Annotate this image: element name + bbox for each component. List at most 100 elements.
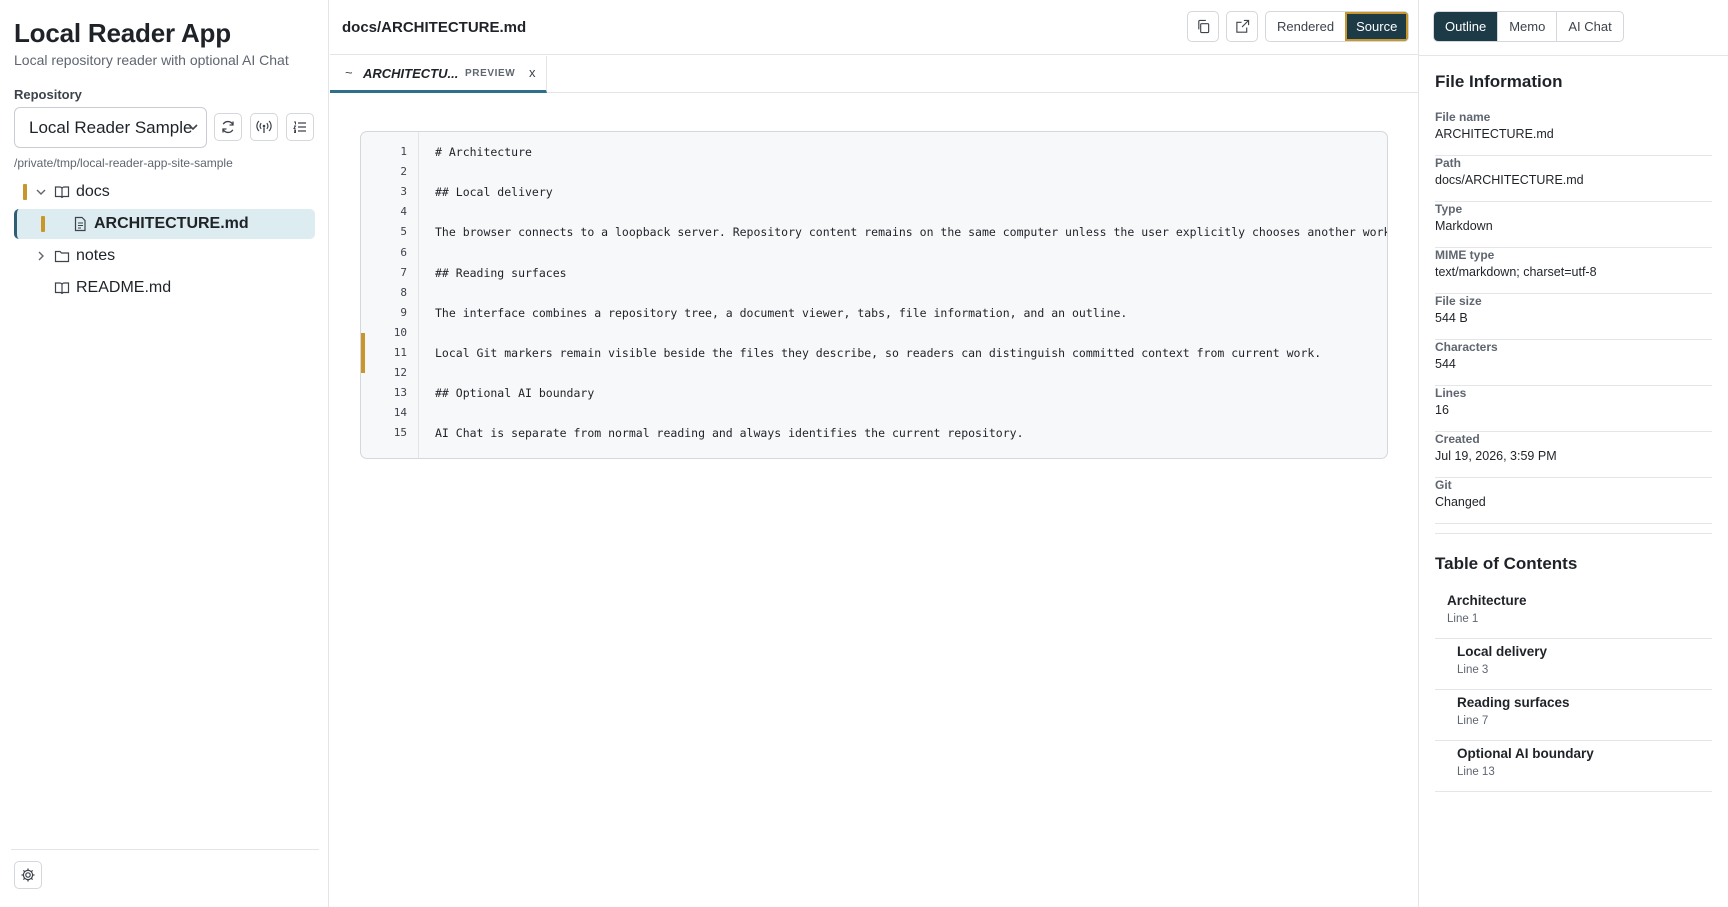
file-info-key: MIME type: [1435, 248, 1495, 262]
file-info-item: Created Jul 19, 2026, 3:59 PM: [1435, 432, 1712, 478]
git-change-marker: [23, 184, 27, 200]
tab-architecture-md[interactable]: ~ ARCHITECTU... PREVIEW x: [330, 56, 547, 93]
sidebar-footer-divider: [11, 849, 319, 850]
code-text: ## Reading surfaces: [435, 265, 567, 280]
tree-item-readme-md[interactable]: README.md: [0, 273, 315, 303]
copy-button[interactable]: [1187, 11, 1219, 42]
code-text: ## Optional AI boundary: [435, 386, 595, 401]
panel-divider: [1419, 55, 1728, 56]
tab-outline[interactable]: Outline: [1434, 12, 1499, 41]
line-number: 3: [400, 185, 407, 199]
toc-item[interactable]: Local delivery Line 3: [1435, 639, 1712, 690]
app-subtitle: Local repository reader with optional AI…: [14, 52, 289, 68]
code-line: 3 ## Local delivery: [361, 182, 1387, 202]
code-line: 15 AI Chat is separate from normal readin…: [361, 423, 1387, 443]
source-viewer: 1 # Architecture 2 3 ## Local delivery 4 5 The …: [360, 131, 1388, 459]
line-number: 12: [393, 366, 407, 380]
toc-item-title: Architecture: [1447, 593, 1527, 608]
tree-item-docs[interactable]: docs: [0, 177, 315, 207]
toc-item[interactable]: Reading surfaces Line 7: [1435, 690, 1712, 741]
code-line: 11 Local Git markers remain visible besid…: [361, 333, 1387, 373]
repository-select-value: Local Reader Sample: [29, 117, 193, 137]
code-line: 1 # Architecture: [361, 142, 1387, 162]
book-icon: [54, 186, 70, 199]
tree-item-label: notes: [76, 247, 116, 264]
code-line: 7 ## Reading surfaces: [361, 263, 1387, 283]
tab-preview-badge: PREVIEW: [465, 68, 516, 79]
code-text: The browser connects to a loopback serve…: [435, 225, 1388, 240]
git-change-marker: [41, 216, 45, 232]
repository-select[interactable]: Local Reader Sample: [14, 107, 207, 148]
code-text: Local Git markers remain visible beside …: [435, 346, 1322, 360]
tree-item-label: ARCHITECTURE.md: [94, 215, 249, 232]
copy-icon: [1197, 19, 1209, 34]
toc-item-line: Line 13: [1457, 766, 1495, 778]
line-number: 11: [393, 346, 407, 359]
file-info-value: text/markdown; charset=utf-8: [1435, 265, 1597, 279]
file-info-value: 544: [1435, 357, 1456, 371]
open-external-button[interactable]: [1226, 11, 1258, 42]
toc-item-title: Local delivery: [1457, 644, 1548, 659]
folder-icon: [54, 250, 70, 263]
toc-item-line: Line 1: [1447, 613, 1479, 625]
tab-bar: ~ ARCHITECTU... PREVIEW x: [330, 56, 1418, 93]
file-info-item: Type Markdown: [1435, 202, 1712, 248]
file-info-key: Lines: [1435, 386, 1467, 400]
toc-item[interactable]: Architecture Line 1: [1435, 588, 1712, 639]
tree-item-label: docs: [76, 183, 110, 200]
view-mode-toggle: Rendered Source: [1265, 11, 1410, 42]
file-info-item: MIME type text/markdown; charset=utf-8: [1435, 248, 1712, 294]
line-number: 15: [393, 426, 407, 440]
code-line: 6: [361, 243, 1387, 263]
sidebar: Local Reader App Local repository reader…: [0, 0, 329, 907]
right-panel: Outline Memo AI Chat File Information Fi…: [1418, 0, 1728, 907]
broadcast-button[interactable]: [250, 113, 278, 141]
code-line: 2: [361, 162, 1387, 182]
refresh-icon: [222, 120, 234, 134]
line-number: 7: [400, 265, 407, 279]
file-info-title: File Information: [1435, 72, 1563, 91]
settings-button[interactable]: [14, 861, 42, 889]
tree-item-architecture-md[interactable]: ARCHITECTURE.md: [0, 209, 315, 239]
line-number: 9: [400, 305, 407, 319]
view-rendered-button[interactable]: Rendered: [1266, 12, 1345, 41]
line-number: 14: [393, 406, 407, 420]
view-source-button[interactable]: Source: [1345, 12, 1409, 41]
line-number: 6: [400, 245, 407, 259]
chevron-down-icon: [36, 189, 46, 195]
repository-path: /private/tmp/local-reader-app-site-sampl…: [14, 156, 233, 170]
file-info-item: Path docs/ARCHITECTURE.md: [1435, 156, 1712, 202]
code-line: 12: [361, 363, 1387, 383]
toc-item-line: Line 7: [1457, 715, 1489, 727]
tab-modified-indicator: ~: [345, 65, 353, 80]
right-panel-tabs: Outline Memo AI Chat: [1433, 11, 1624, 42]
toc-item-line: Line 3: [1457, 664, 1489, 676]
code-line: 9 The interface combines a repository tre…: [361, 303, 1387, 323]
line-number: 1: [400, 145, 407, 158]
outline-list-button[interactable]: [286, 113, 314, 141]
line-number: 2: [400, 165, 407, 179]
file-info-item: File name ARCHITECTURE.md: [1435, 110, 1712, 156]
toc-item[interactable]: Optional AI boundary Line 13: [1435, 741, 1712, 792]
refresh-button[interactable]: [214, 113, 242, 141]
file-info-value: Markdown: [1435, 219, 1493, 233]
file-text-icon: [74, 216, 86, 232]
document-path: docs/ARCHITECTURE.md: [342, 19, 527, 36]
external-link-icon: [1235, 19, 1249, 33]
file-info-value: Jul 19, 2026, 3:59 PM: [1435, 449, 1557, 463]
file-info-key: File size: [1435, 294, 1482, 308]
app-title: Local Reader App: [14, 18, 231, 48]
tree-item-notes[interactable]: notes: [0, 241, 315, 271]
tab-ai-chat[interactable]: AI Chat: [1557, 12, 1622, 41]
repository-label: Repository: [14, 87, 82, 102]
file-info-value: 544 B: [1435, 311, 1468, 325]
code-line: 4: [361, 202, 1387, 222]
code-line: 5 The browser connects to a loopback serv…: [361, 222, 1387, 242]
file-info-item: File size 544 B: [1435, 294, 1712, 340]
line-number: 4: [400, 205, 407, 219]
code-text: # Architecture: [435, 145, 532, 159]
code-line: 8: [361, 283, 1387, 303]
tab-close-button[interactable]: x: [529, 65, 536, 80]
tab-memo[interactable]: Memo: [1498, 12, 1558, 41]
chevron-down-icon: [188, 124, 198, 131]
